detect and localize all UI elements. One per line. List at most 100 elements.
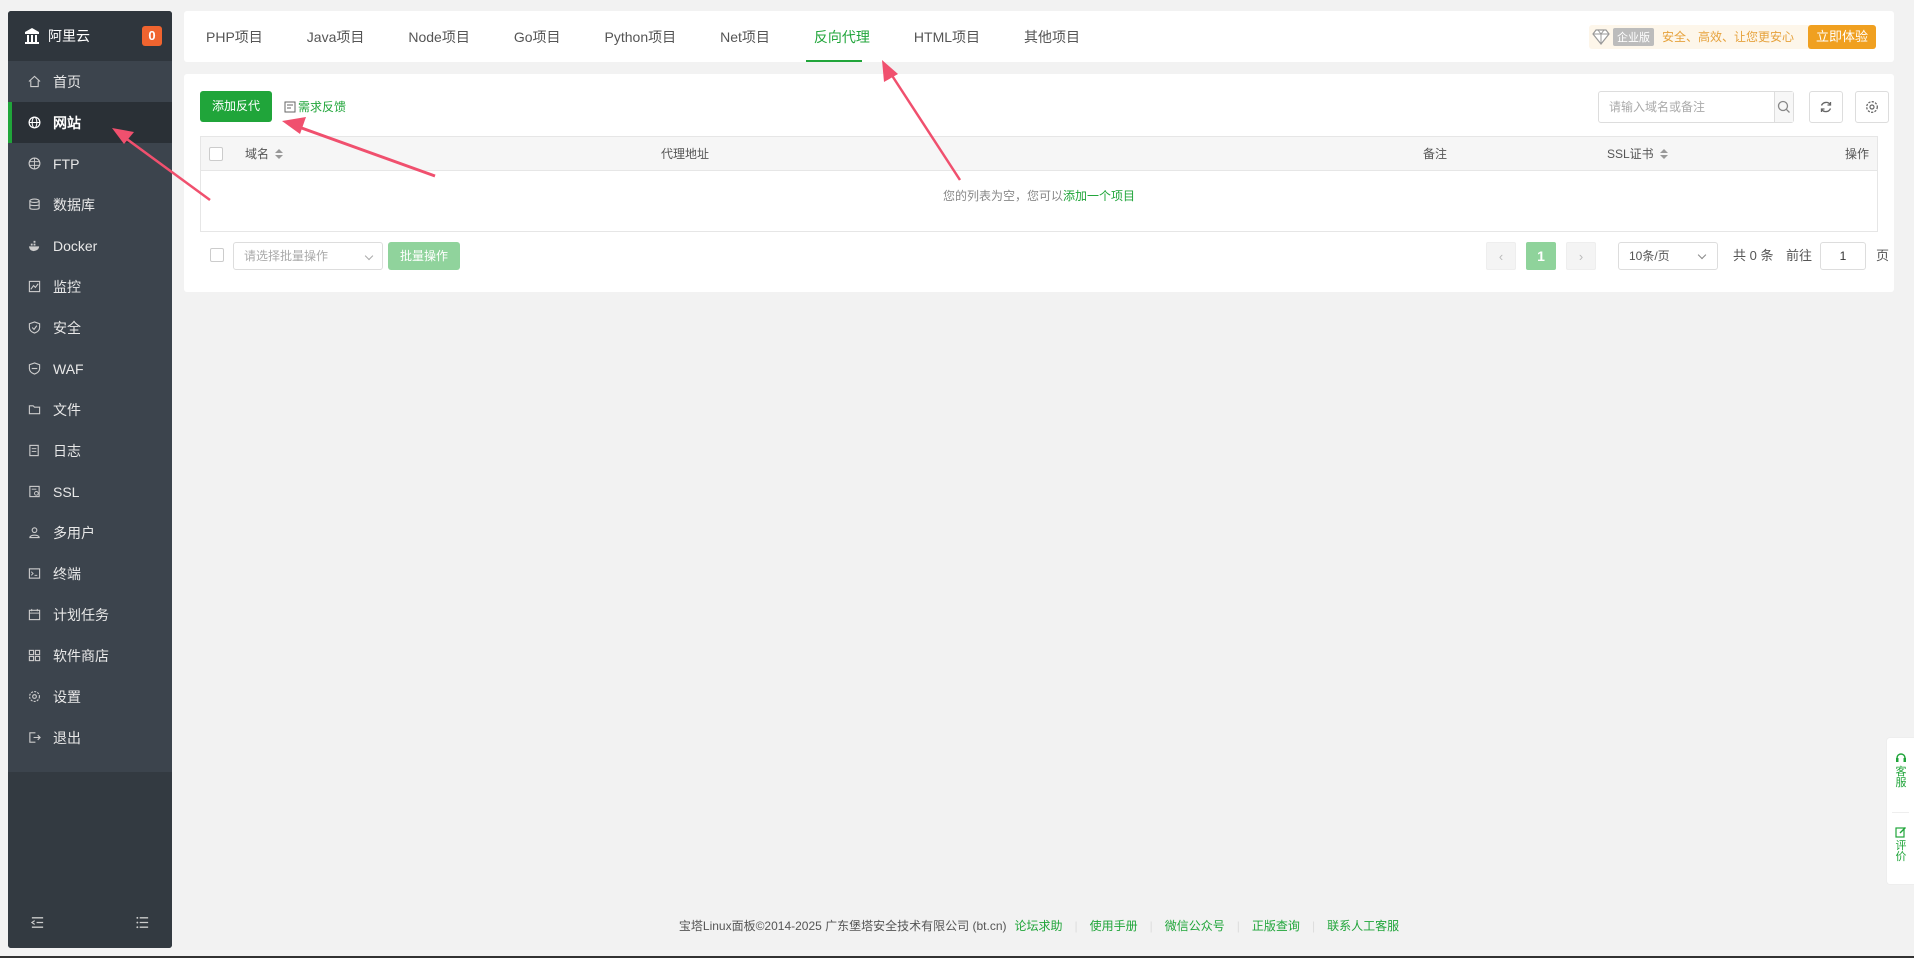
home-icon: [28, 75, 41, 88]
search-button[interactable]: [1774, 92, 1793, 122]
chevron-down-icon: [364, 251, 374, 261]
review-button[interactable]: 评价: [1893, 826, 1909, 863]
sidebar-item-label: 设置: [53, 688, 81, 705]
page-size-select[interactable]: 10条/页: [1618, 242, 1718, 270]
sidebar-item-appstore[interactable]: 软件商店: [8, 635, 172, 676]
footer-link-support[interactable]: 联系人工客服: [1327, 917, 1399, 934]
sidebar-item-logs[interactable]: 日志: [8, 430, 172, 471]
collapse-sidebar-icon[interactable]: [30, 915, 45, 930]
sidebar-item-monitor[interactable]: 监控: [8, 266, 172, 307]
feedback-icon: [284, 101, 296, 112]
sidebar-item-logout[interactable]: 退出: [8, 717, 172, 758]
shield-icon: [28, 321, 41, 334]
sidebar-header: 阿里云 0: [8, 11, 172, 61]
sidebar-item-security[interactable]: 安全: [8, 307, 172, 348]
sidebar-item-home[interactable]: 首页: [8, 61, 172, 102]
sidebar-menu: 首页 网站 FTP 数据库 Docker 监控 安全 WAF 文件 日志 SSL…: [8, 61, 172, 758]
proxy-table: 域名 代理地址 备注 SSL证书 操作 您的列表为空，您可以添加一个项目: [200, 136, 1878, 232]
sidebar-item-label: 计划任务: [53, 606, 109, 623]
select-all-checkbox[interactable]: [209, 147, 223, 161]
floating-service-bar: 客服 评价: [1886, 737, 1914, 885]
sidebar-item-label: Docker: [53, 237, 98, 254]
footer-link-forum[interactable]: 论坛求助: [1015, 917, 1063, 934]
edit-icon: [1895, 827, 1906, 838]
sidebar-item-docker[interactable]: Docker: [8, 225, 172, 266]
customer-service-button[interactable]: 客服: [1893, 752, 1909, 789]
feedback-link[interactable]: 需求反馈: [284, 98, 346, 115]
sidebar-item-label: 退出: [53, 729, 81, 746]
tab-php[interactable]: PHP项目: [206, 11, 285, 62]
empty-text: 您的列表为空，您可以: [942, 189, 1063, 203]
sidebar-footer: [8, 896, 172, 948]
sidebar-item-terminal[interactable]: 终端: [8, 553, 172, 594]
sidebar-item-files[interactable]: 文件: [8, 389, 172, 430]
prev-page-button[interactable]: ‹: [1486, 242, 1516, 270]
sidebar-item-label: 网站: [53, 114, 81, 131]
column-domain[interactable]: 域名: [245, 137, 284, 171]
batch-select-checkbox[interactable]: [210, 248, 224, 262]
footer-separator: |: [1311, 918, 1316, 933]
sort-icon: [1659, 149, 1668, 159]
diamond-icon: [1589, 25, 1613, 49]
footer-link-wechat[interactable]: 微信公众号: [1165, 917, 1225, 934]
apps-icon: [28, 649, 41, 662]
docker-icon: [28, 240, 40, 252]
review-label: 评价: [1895, 840, 1907, 863]
tab-python[interactable]: Python项目: [583, 11, 699, 62]
sidebar-item-waf[interactable]: WAF: [8, 348, 172, 389]
table-header: 域名 代理地址 备注 SSL证书 操作: [201, 137, 1877, 171]
empty-state: 您的列表为空，您可以添加一个项目: [201, 171, 1877, 231]
sidebar-item-label: 多用户: [53, 524, 95, 541]
bt-logo-icon: [25, 28, 39, 44]
column-ssl[interactable]: SSL证书: [1607, 137, 1668, 171]
sidebar-item-ssl[interactable]: SSL: [8, 471, 172, 512]
folder-icon: [28, 405, 41, 415]
notification-badge[interactable]: 0: [142, 26, 162, 46]
gear-icon: [29, 691, 40, 702]
sidebar-item-ftp[interactable]: FTP: [8, 143, 172, 184]
search-input[interactable]: [1599, 92, 1774, 122]
terminal-icon: [28, 568, 41, 579]
page-footer: 宝塔Linux面板©2014-2025 广东堡塔安全技术有限公司 (bt.cn)…: [184, 917, 1894, 934]
project-tabs: PHP项目 Java项目 Node项目 Go项目 Python项目 Net项目 …: [184, 11, 1102, 62]
page-1-button[interactable]: 1: [1526, 242, 1556, 270]
menu-list-icon[interactable]: [135, 915, 150, 930]
footer-link-license[interactable]: 正版查询: [1252, 917, 1300, 934]
sidebar-item-cron[interactable]: 计划任务: [8, 594, 172, 635]
tab-reverse-proxy[interactable]: 反向代理: [792, 11, 892, 62]
refresh-button[interactable]: [1809, 91, 1843, 123]
batch-action-select[interactable]: 请选择批量操作: [233, 242, 383, 270]
enterprise-promo: 企业版 安全、高效、让您更安心 立即体验: [1588, 24, 1876, 49]
table-settings-button[interactable]: [1855, 91, 1889, 123]
tab-other[interactable]: 其他项目: [1002, 11, 1102, 62]
goto-page-input[interactable]: 1: [1820, 242, 1866, 270]
sidebar-item-label: FTP: [53, 155, 80, 172]
batch-action-button[interactable]: 批量操作: [388, 242, 461, 270]
footer-separator: |: [1149, 918, 1153, 933]
reverse-proxy-panel: 添加反代 需求反馈 域名 代理地址 备注 SSL证书 操作: [184, 74, 1894, 292]
try-now-button[interactable]: 立即体验: [1807, 24, 1876, 49]
headset-icon: [1896, 753, 1906, 762]
footer-link-manual[interactable]: 使用手册: [1090, 917, 1138, 934]
next-page-button[interactable]: ›: [1566, 242, 1596, 270]
tab-html[interactable]: HTML项目: [892, 11, 1002, 62]
sidebar-item-settings[interactable]: 设置: [8, 676, 172, 717]
database-icon: [29, 198, 40, 210]
add-reverse-proxy-button[interactable]: 添加反代: [200, 91, 273, 122]
logout-icon: [29, 732, 41, 743]
goto-label: 前往: [1786, 248, 1813, 263]
column-operations: 操作: [1844, 147, 1869, 161]
sidebar-item-label: 首页: [53, 73, 81, 90]
calendar-icon: [28, 608, 41, 621]
sidebar-item-label: 日志: [53, 442, 81, 459]
tab-java[interactable]: Java项目: [285, 11, 387, 62]
log-icon: [29, 444, 39, 457]
add-project-link[interactable]: 添加一个项目: [1063, 189, 1135, 203]
tab-net[interactable]: Net项目: [698, 11, 792, 62]
sidebar-item-website[interactable]: 网站: [8, 102, 172, 143]
sidebar-item-multiuser[interactable]: 多用户: [8, 512, 172, 553]
tab-go[interactable]: Go项目: [492, 11, 583, 62]
users-icon: [29, 527, 40, 539]
sidebar-item-database[interactable]: 数据库: [8, 184, 172, 225]
tab-node[interactable]: Node项目: [386, 11, 491, 62]
